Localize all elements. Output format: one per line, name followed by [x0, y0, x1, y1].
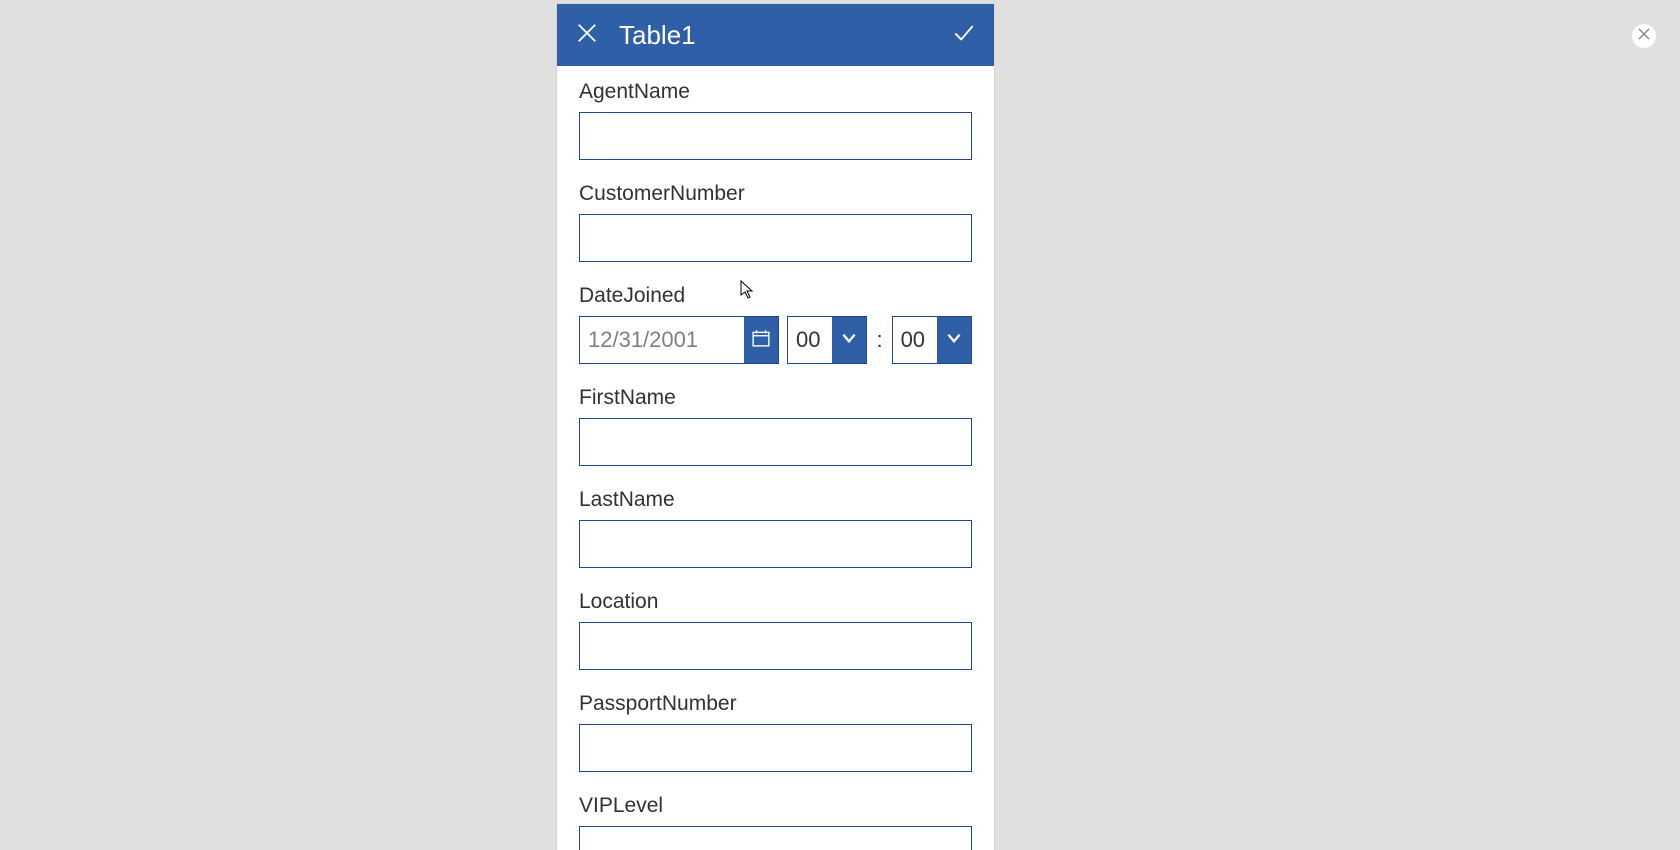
datejoined-hour-dropdown[interactable]: 00	[787, 316, 867, 364]
field-agentname: AgentName	[579, 80, 972, 160]
customernumber-input[interactable]	[579, 214, 972, 262]
datejoined-row: 12/31/2001 00 :	[579, 316, 972, 364]
field-location: Location	[579, 590, 972, 670]
agentname-input[interactable]	[579, 112, 972, 160]
calendar-icon	[752, 329, 770, 352]
time-separator: :	[875, 316, 883, 364]
datejoined-minute-dropdown[interactable]: 00	[892, 316, 972, 364]
field-label: FirstName	[579, 386, 972, 410]
field-viplevel: VIPLevel	[579, 794, 972, 850]
dialog-close-button[interactable]	[1632, 24, 1656, 48]
field-lastname: LastName	[579, 488, 972, 568]
hour-dropdown-button[interactable]	[832, 317, 866, 363]
date-value: 12/31/2001	[580, 317, 744, 363]
submit-button[interactable]	[950, 21, 978, 49]
field-customernumber: CustomerNumber	[579, 182, 972, 262]
location-input[interactable]	[579, 622, 972, 670]
close-icon	[576, 22, 598, 49]
cancel-button[interactable]	[573, 21, 601, 49]
passportnumber-input[interactable]	[579, 724, 972, 772]
calendar-button[interactable]	[744, 317, 778, 363]
field-passportnumber: PassportNumber	[579, 692, 972, 772]
minute-value: 00	[893, 317, 937, 363]
viplevel-input[interactable]	[579, 826, 972, 850]
close-icon	[1638, 27, 1650, 45]
field-label: PassportNumber	[579, 692, 972, 716]
field-label: DateJoined	[579, 284, 972, 308]
check-icon	[953, 22, 975, 49]
minute-dropdown-button[interactable]	[937, 317, 971, 363]
form-title: Table1	[619, 20, 950, 51]
field-label: AgentName	[579, 80, 972, 104]
form-body[interactable]: AgentName CustomerNumber DateJoined 12/3…	[557, 66, 994, 850]
app-preview: Table1 AgentName CustomerNumber DateJoin…	[557, 4, 994, 850]
lastname-input[interactable]	[579, 520, 972, 568]
chevron-down-icon	[945, 329, 963, 352]
titlebar: Table1	[557, 4, 994, 66]
datejoined-date-picker[interactable]: 12/31/2001	[579, 316, 779, 364]
field-label: Location	[579, 590, 972, 614]
field-label: LastName	[579, 488, 972, 512]
field-label: CustomerNumber	[579, 182, 972, 206]
firstname-input[interactable]	[579, 418, 972, 466]
chevron-down-icon	[840, 329, 858, 352]
hour-value: 00	[788, 317, 832, 363]
field-firstname: FirstName	[579, 386, 972, 466]
field-datejoined: DateJoined 12/31/2001 00	[579, 284, 972, 364]
field-label: VIPLevel	[579, 794, 972, 818]
